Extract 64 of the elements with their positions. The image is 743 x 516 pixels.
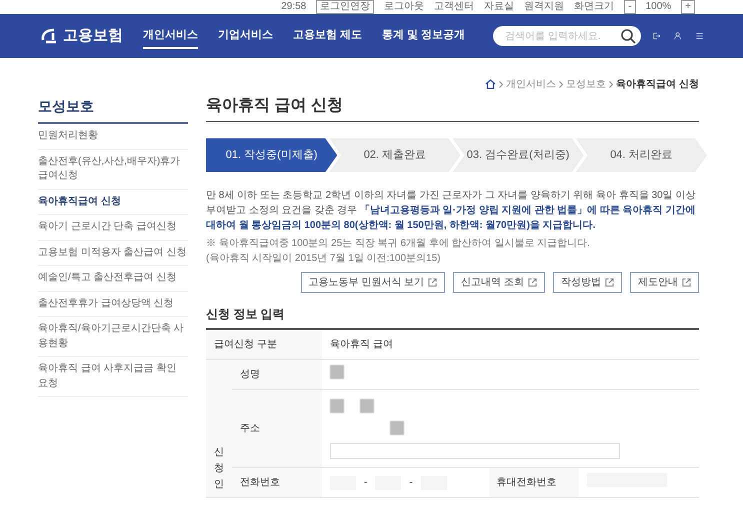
sidebar-item[interactable]: 출산전후(유산,사산,배우자)휴가 급여신청: [38, 150, 188, 190]
group-label: 신청인: [214, 446, 224, 492]
sidebar-item[interactable]: 예술인/특고 출산전후급여 신청: [38, 266, 188, 292]
field-label: 주소: [240, 423, 260, 434]
top-link[interactable]: 자료실: [484, 1, 514, 13]
chevron-icon: [609, 80, 614, 88]
progress-step: 04. 처리완료: [576, 138, 707, 172]
separator-text: -: [364, 476, 368, 490]
progress-step: 01. 작성중(미제출): [206, 138, 338, 172]
top-link[interactable]: 로그아웃: [384, 1, 424, 13]
address-input[interactable]: [330, 442, 620, 459]
field-value: 육아휴직 급여: [330, 338, 393, 350]
sidebar-item[interactable]: 출산전후휴가 급여상당액 신청: [38, 292, 188, 317]
note-text: ※ 육아휴직급여중 100분의 25는 직장 복귀 6개월 후에 합산하여 일시불로 지급합니다.: [206, 237, 591, 252]
top-link[interactable]: 고객센터: [434, 1, 474, 13]
redacted-block: [330, 365, 344, 380]
sidebar-item[interactable]: 민원처리현황: [38, 124, 188, 150]
home-icon[interactable]: [485, 79, 496, 89]
zoom-out-button[interactable]: -: [624, 0, 636, 14]
top-link[interactable]: 화면크기: [574, 1, 614, 13]
redacted-block: [360, 398, 374, 413]
sidebar-item[interactable]: 육아휴직/육아기근로시간단축 사용현황: [38, 317, 188, 357]
sidebar-item[interactable]: 육아기 근로시간 단축 급여신청: [38, 215, 188, 240]
nav-menu-item[interactable]: 개인서비스: [143, 22, 198, 50]
chevron-icon: [559, 80, 564, 88]
link-button[interactable]: 작성방법: [553, 272, 622, 294]
extend-login-button[interactable]: 로그인연장: [316, 0, 374, 14]
chevron-icon: [499, 80, 504, 88]
external-link-icon: [528, 278, 537, 288]
nav-menu-item[interactable]: 통계 및 정보공개: [382, 22, 466, 50]
search-icon[interactable]: [620, 28, 636, 44]
external-link-icon: [605, 278, 614, 288]
logo-text[interactable]: 고용보험: [63, 24, 123, 48]
nav-menu-item[interactable]: 기업서비스: [218, 22, 273, 50]
progress-step: 03. 검수완료(처리중): [452, 138, 584, 172]
redacted-block: [390, 420, 404, 435]
separator-text: -: [409, 476, 413, 490]
top-link[interactable]: 원격지원: [524, 1, 564, 13]
zoom-level: 100%: [646, 1, 672, 13]
external-link-icon: [428, 278, 438, 288]
intro-paragraph: 만 8세 이하 또는 초등학교 2학년 이하의 자녀를 가진 근로자가 그 자녀를 양육하기 위해 육아 휴직을 30일 이상 부여받고 소정의 요건을 갖춘 경우 「남녀고용평등과 일·가정 양립 지원에 관한 법률」에 따른 육아휴직 기간에 대하여 월 통상임금의 100분의 80(상한액: 월 150만원, 하한액: 월70만원)을 지급합니다.: [206, 189, 696, 234]
field-label: 전화번호: [240, 477, 280, 488]
field-label: 성명: [240, 369, 260, 380]
field-label: 휴대전화번호: [496, 477, 557, 488]
breadcrumb-link[interactable]: 개인서비스: [506, 76, 556, 92]
breadcrumb-link[interactable]: 육아휴직급여 신청: [616, 76, 699, 92]
nav-menu-item[interactable]: 고용보험 제도: [293, 22, 362, 50]
breadcrumb-link[interactable]: 모성보호: [566, 76, 606, 92]
search-field[interactable]: 검색어를 입력하세요.: [493, 26, 642, 46]
external-link-icon: [682, 278, 691, 288]
link-button[interactable]: 고용노동부 민원서식 보기: [300, 272, 446, 294]
zoom-in-button[interactable]: +: [681, 0, 695, 14]
redacted-block: [330, 398, 344, 413]
note-text: (육아휴직 시작일이 2015년 7월 1일 이전:100분의15): [206, 252, 442, 266]
sidebar-item[interactable]: 육아휴직급여 신청: [38, 190, 188, 215]
timer-text: 29:58: [281, 1, 306, 13]
link-button[interactable]: 신고내역 조회: [453, 272, 545, 294]
field-label: 급여신청 구분: [214, 338, 277, 350]
sidebar-item[interactable]: 고용보험 미적용자 출산급여 신청: [38, 240, 188, 266]
link-button[interactable]: 제도안내: [630, 272, 699, 294]
sidebar-item[interactable]: 육아휴직 급여 사후지급금 확인 요청: [38, 357, 188, 397]
progress-step: 02. 제출완료: [329, 138, 460, 172]
page-title: 육아휴직 급여 신청: [206, 90, 699, 122]
sidebar-title: 모성보호: [38, 96, 188, 124]
